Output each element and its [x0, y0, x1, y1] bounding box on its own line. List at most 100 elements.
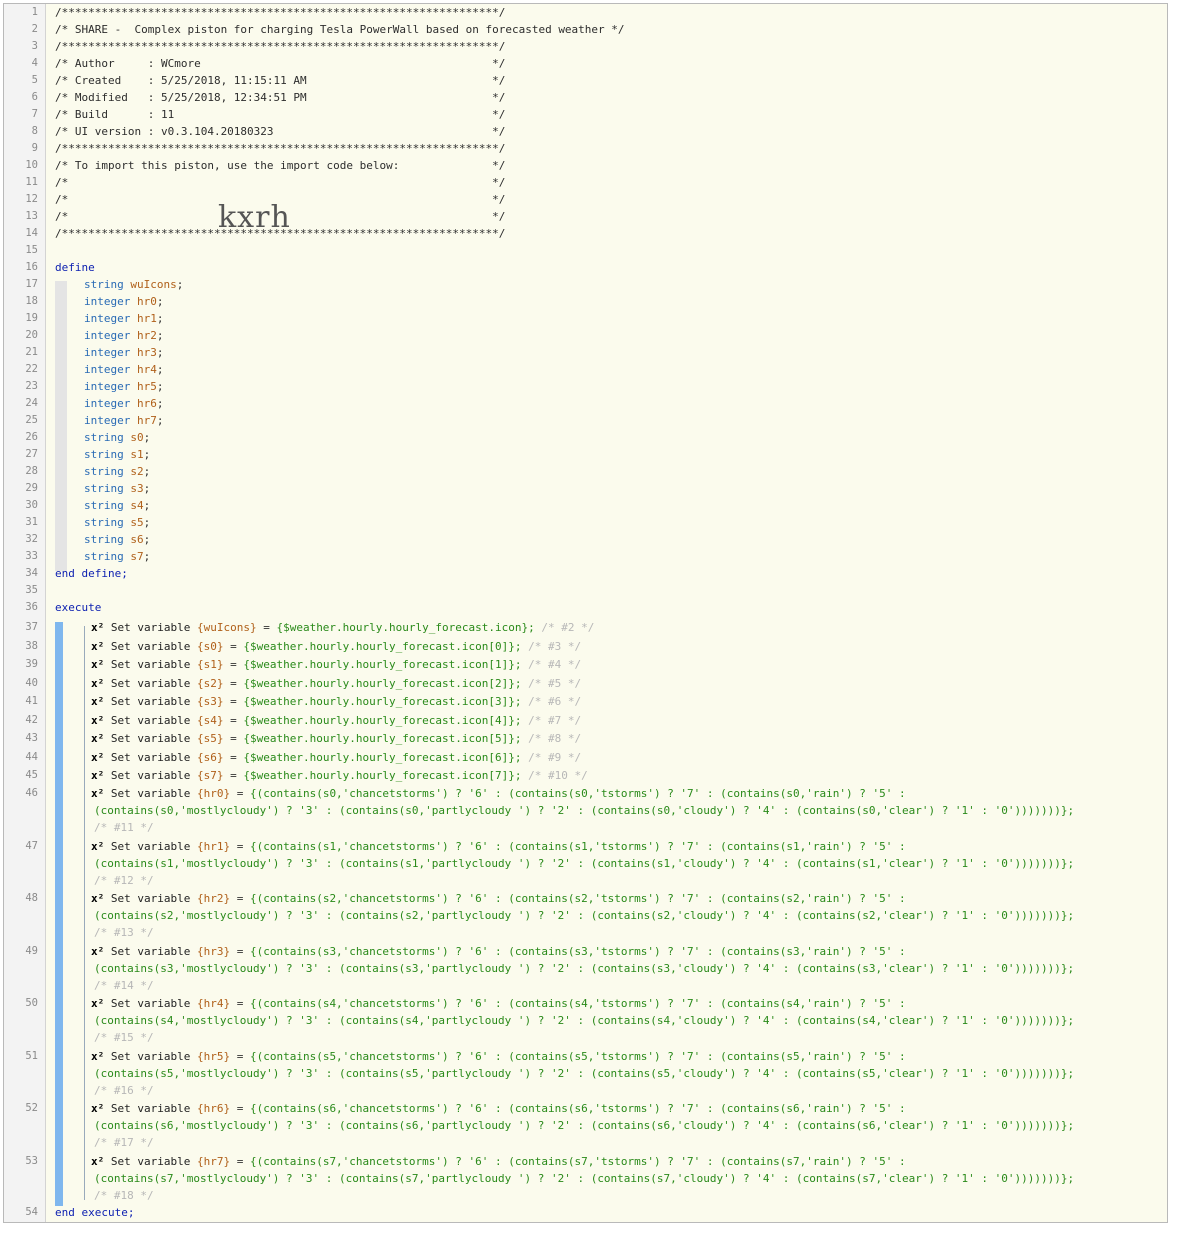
execute-line: execute [55, 601, 101, 614]
assign-operator: = [230, 997, 250, 1010]
define-line: define [55, 261, 95, 274]
assigned-expression: {(contains(s2,'chancetstorms') ? '6' : (… [249, 892, 906, 905]
code-semicolon: ; [156, 414, 164, 427]
line-number: 35 [25, 584, 38, 596]
declaration-name: s2 [130, 465, 144, 478]
header-comment-line: /* */ [55, 176, 505, 189]
assigned-expression: {(contains(s6,'chancetstorms') ? '6' : (… [249, 1102, 906, 1115]
line-number: 22 [25, 363, 38, 375]
set-variable-statement: x² Set variable {hr7} = {(contains(s7,'c… [91, 1155, 906, 1168]
assign-operator: = [230, 945, 250, 958]
declaration-type: string [84, 278, 124, 291]
line-number: 16 [25, 261, 38, 273]
line-number: 27 [25, 448, 38, 460]
line-number: 37 [25, 621, 38, 633]
declaration-line: string s3; [84, 482, 150, 495]
assigned-expression-continued: (contains(s0,'mostlycloudy') ? '3' : (co… [94, 804, 1075, 817]
set-variable-label: Set variable [104, 658, 197, 671]
code-semicolon: ; [156, 329, 164, 342]
assigned-expression: {$weather.hourly.hourly_forecast.icon[2]… [243, 677, 522, 690]
declaration-line: integer hr7; [84, 414, 163, 427]
header-comment: /* */ [55, 193, 506, 206]
code-semicolon: ; [176, 278, 184, 291]
statement-number: /* #11 */ [94, 821, 154, 834]
set-variable-label: Set variable [104, 714, 197, 727]
expression-continuation: (contains(s4,'mostlycloudy') ? '3' : (co… [94, 1014, 1074, 1027]
set-variable-statement: x² Set variable {s1} = {$weather.hourly.… [91, 658, 581, 671]
declaration-type: string [84, 516, 124, 529]
line-number: 30 [25, 499, 38, 511]
line-number: 29 [25, 482, 38, 494]
set-variable-icon: x² [91, 658, 105, 671]
declaration-line: integer hr0; [84, 295, 163, 308]
code-semicolon: ; [143, 448, 151, 461]
header-comment: /* To import this piston, use the import… [55, 159, 506, 172]
declaration-name: s7 [130, 550, 144, 563]
header-comment: /* Build : 11 */ [55, 108, 506, 121]
statement-number: /* #9 */ [528, 751, 582, 764]
header-comment-line: /***************************************… [55, 142, 505, 155]
header-comment-line: /***************************************… [55, 40, 505, 53]
set-variable-icon: x² [91, 1102, 105, 1115]
header-comment-line: /* To import this piston, use the import… [55, 159, 505, 172]
line-number: 7 [31, 108, 38, 120]
assigned-variable: {s5} [196, 732, 224, 745]
statement-number-line: /* #12 */ [94, 874, 154, 887]
set-variable-statement: x² Set variable {s7} = {$weather.hourly.… [91, 769, 588, 782]
assigned-variable: {hr6} [196, 1102, 231, 1115]
declaration-name: hr2 [136, 329, 157, 342]
declaration-type: string [84, 448, 124, 461]
line-number: 49 [25, 945, 38, 957]
line-number: 19 [25, 312, 38, 324]
code-semicolon: ; [143, 499, 151, 512]
line-number: 39 [25, 658, 38, 670]
header-comment-line: /***************************************… [55, 6, 505, 19]
statement-group-bracket [84, 626, 85, 1200]
set-variable-icon: x² [91, 621, 105, 634]
code-semicolon: ; [156, 312, 164, 325]
execute-block-bar [55, 622, 63, 1206]
declaration-name: s3 [130, 482, 144, 495]
declaration-name: hr5 [136, 380, 157, 393]
statement-number: /* #10 */ [528, 769, 588, 782]
declaration-type: string [84, 533, 124, 546]
declaration-type: integer [84, 397, 131, 410]
declaration-name: hr3 [136, 346, 157, 359]
statement-number-line: /* #11 */ [94, 821, 154, 834]
line-number: 14 [25, 227, 38, 239]
line-number: 42 [25, 714, 38, 726]
header-comment: /* */ [55, 176, 506, 189]
line-number: 26 [25, 431, 38, 443]
statement-number: /* #16 */ [94, 1084, 154, 1097]
assign-operator: = [230, 1102, 250, 1115]
set-variable-label: Set variable [104, 892, 197, 905]
set-variable-statement: x² Set variable {hr2} = {(contains(s2,'c… [91, 892, 906, 905]
set-variable-icon: x² [91, 769, 105, 782]
assign-operator: = [230, 1155, 250, 1168]
set-variable-statement: x² Set variable {s5} = {$weather.hourly.… [91, 732, 581, 745]
line-number: 50 [25, 997, 38, 1009]
set-variable-icon: x² [91, 695, 105, 708]
set-variable-label: Set variable [104, 945, 197, 958]
header-comment: /***************************************… [55, 227, 506, 240]
end-execute-keyword: end execute; [55, 1206, 135, 1219]
set-variable-icon: x² [91, 1050, 105, 1063]
declaration-type: integer [84, 363, 131, 376]
line-number: 25 [25, 414, 38, 426]
declaration-line: string s6; [84, 533, 150, 546]
assigned-variable: {s4} [196, 714, 224, 727]
header-comment-line: /* SHARE - Complex piston for charging T… [55, 23, 625, 36]
set-variable-statement: x² Set variable {hr6} = {(contains(s6,'c… [91, 1102, 906, 1115]
statement-number: /* #4 */ [528, 658, 582, 671]
line-number: 10 [25, 159, 38, 171]
set-variable-icon: x² [91, 1155, 105, 1168]
declaration-type: string [84, 482, 124, 495]
header-comment-line: /***************************************… [55, 227, 505, 240]
end-define-keyword: end define; [55, 567, 128, 580]
code-semicolon: ; [143, 516, 151, 529]
statement-number: /* #3 */ [528, 640, 582, 653]
